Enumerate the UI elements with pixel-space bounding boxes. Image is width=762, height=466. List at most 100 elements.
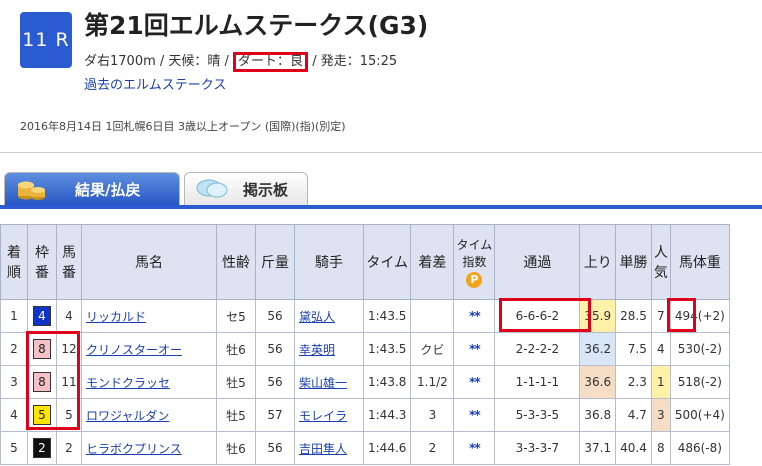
header-jockey: 騎手 xyxy=(294,224,364,300)
cell-popularity: 1 xyxy=(650,365,671,399)
cell-popularity: 4 xyxy=(650,332,671,366)
cell-margin: 1.1/2 xyxy=(410,365,455,399)
cell-odds: 2.3 xyxy=(615,365,652,399)
cell-odds: 7.5 xyxy=(615,332,652,366)
cell-popularity: 3 xyxy=(650,398,671,432)
time-index-value[interactable]: ** xyxy=(469,375,481,389)
header-frame: 枠番 xyxy=(27,224,57,300)
cell-margin: 2 xyxy=(410,431,455,465)
cell-sex-age: セ5 xyxy=(216,299,256,333)
race-number: 11 R xyxy=(22,29,70,51)
header-margin: 着差 xyxy=(410,224,455,300)
cell-horse-number: 11 xyxy=(56,365,82,399)
time-index-value[interactable]: ** xyxy=(469,309,481,323)
cell-margin: クビ xyxy=(410,332,455,366)
cell-time: 1:43.5 xyxy=(362,332,412,366)
cell-jockey: モレイラ xyxy=(294,398,364,432)
horse-link[interactable]: クリノスターオー xyxy=(86,343,182,357)
horse-link[interactable]: ヒラボクプリンス xyxy=(86,442,182,456)
track-condition-highlight: ダート：良 xyxy=(233,52,309,72)
cell-last3f: 36.2 xyxy=(579,332,617,366)
cell-time: 1:43.5 xyxy=(362,299,412,333)
table-header-row: 着順 枠番 馬番 馬名 性齢 斤量 騎手 タイム 着差 タイム 指数 P 通過 上り… xyxy=(0,224,730,300)
cell-jockey: 幸英明 xyxy=(294,332,364,366)
cell-horse-number: 12 xyxy=(56,332,82,366)
cell-horse-name: リッカルド xyxy=(81,299,217,333)
tab-results[interactable]: 結果/払戻 xyxy=(4,172,180,206)
table-row: 3 8 11 モンドクラッセ 牡5 56 柴山雄一 1:43.8 1.1/2 ** 1-1-1-1 3… xyxy=(0,365,730,399)
cell-weight: 56 xyxy=(255,365,295,399)
cell-passing: 2-2-2-2 xyxy=(494,332,581,366)
cell-horse-number: 5 xyxy=(56,398,82,432)
table-row: 4 5 5 ロワジャルダン 牡5 57 モレイラ 1:44.3 3 ** 5-3-3-5 36.8 4.… xyxy=(0,398,730,432)
cell-weight: 56 xyxy=(255,332,295,366)
cell-passing: 5-3-3-5 xyxy=(494,398,581,432)
tab-board[interactable]: 掲示板 xyxy=(184,172,308,206)
time-index-value[interactable]: ** xyxy=(469,342,481,356)
header-sex-age: 性齢 xyxy=(216,224,256,300)
cell-frame: 5 xyxy=(27,398,57,432)
header-horse-name: 馬名 xyxy=(81,224,217,300)
jockey-link[interactable]: モレイラ xyxy=(299,409,347,423)
cell-jockey: 柴山雄一 xyxy=(294,365,364,399)
time-index-value[interactable]: ** xyxy=(469,441,481,455)
frame-badge: 5 xyxy=(33,405,51,425)
table-row: 2 8 12 クリノスターオー 牡6 56 幸英明 1:43.5 クビ ** 2-2-2-2 36.2… xyxy=(0,332,730,366)
tab-underline xyxy=(0,205,762,209)
cell-sex-age: 牡6 xyxy=(216,431,256,465)
cell-body-weight: 500(+4) xyxy=(669,398,730,432)
coin-stack-icon xyxy=(18,181,45,200)
cell-odds: 40.4 xyxy=(615,431,652,465)
cell-jockey: 吉田隼人 xyxy=(294,431,364,465)
jockey-link[interactable]: 黛弘人 xyxy=(299,310,335,324)
cell-margin xyxy=(410,299,455,333)
cell-time-index: ** xyxy=(453,365,496,399)
cell-time: 1:44.6 xyxy=(362,431,412,465)
cell-body-weight: 494(+2) xyxy=(669,299,730,333)
cell-rank: 4 xyxy=(0,398,28,432)
header-body-weight: 馬体重 xyxy=(669,224,730,300)
cell-horse-name: モンドクラッセ xyxy=(81,365,217,399)
cell-time-index: ** xyxy=(453,299,496,333)
cell-odds: 4.7 xyxy=(615,398,652,432)
horse-link[interactable]: リッカルド xyxy=(86,310,146,324)
cell-frame: 8 xyxy=(27,365,57,399)
results-table: 着順 枠番 馬番 馬名 性齢 斤量 騎手 タイム 着差 タイム 指数 P 通過 上り… xyxy=(0,224,730,465)
cell-body-weight: 518(-2) xyxy=(669,365,730,399)
cell-odds: 28.5 xyxy=(615,299,652,333)
cell-sex-age: 牡5 xyxy=(216,365,256,399)
frame-badge: 8 xyxy=(33,339,51,359)
cell-popularity: 7 xyxy=(650,299,671,333)
horse-link[interactable]: ロワジャルダン xyxy=(86,409,169,423)
horse-link[interactable]: モンドクラッセ xyxy=(86,376,170,390)
cell-weight: 56 xyxy=(255,299,295,333)
jockey-link[interactable]: 幸英明 xyxy=(299,343,335,357)
cell-body-weight: 486(-8) xyxy=(669,431,730,465)
cell-frame: 2 xyxy=(27,431,57,465)
divider xyxy=(0,152,762,153)
cell-margin: 3 xyxy=(410,398,455,432)
cell-sex-age: 牡5 xyxy=(216,398,256,432)
cell-time: 1:43.8 xyxy=(362,365,412,399)
cell-horse-name: ヒラボクプリンス xyxy=(81,431,217,465)
time-index-value[interactable]: ** xyxy=(469,408,481,422)
cell-last3f: 36.6 xyxy=(579,365,617,399)
table-row: 5 2 2 ヒラボクプリンス 牡6 56 吉田隼人 1:44.6 2 ** 3-3-3-7 37.1 4… xyxy=(0,431,730,465)
tab-results-label: 結果/払戻 xyxy=(75,181,141,199)
premium-badge-icon[interactable]: P xyxy=(466,272,483,288)
cell-last3f: 35.9 xyxy=(579,299,617,333)
cell-weight: 56 xyxy=(255,431,295,465)
cell-time-index: ** xyxy=(453,398,496,432)
past-races-link[interactable]: 過去のエルムステークス xyxy=(84,74,226,93)
jockey-link[interactable]: 吉田隼人 xyxy=(299,442,347,456)
cell-rank: 1 xyxy=(0,299,28,333)
table-row: 1 4 4 リッカルド セ5 56 黛弘人 1:43.5 ** 6-6-6-2 35.9 28.5 7 4… xyxy=(0,299,730,333)
cell-jockey: 黛弘人 xyxy=(294,299,364,333)
header-horse-number: 馬番 xyxy=(56,224,82,300)
cell-popularity: 8 xyxy=(650,431,671,465)
cell-frame: 8 xyxy=(27,332,57,366)
jockey-link[interactable]: 柴山雄一 xyxy=(299,376,347,390)
header-passing: 通過 xyxy=(494,224,581,300)
header-odds: 単勝 xyxy=(615,224,652,300)
frame-badge: 8 xyxy=(33,372,51,392)
